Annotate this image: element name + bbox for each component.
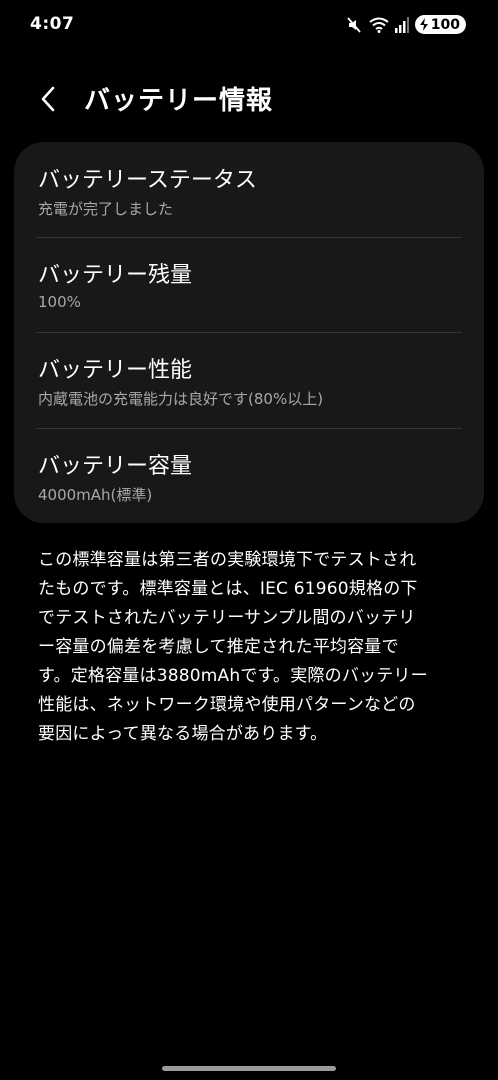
mute-icon: [345, 16, 363, 34]
description-line: 性能は、ネットワーク環境や使用パターンなどの: [38, 695, 416, 715]
description-line: ー容量の偏差を考慮して推定された平均容量で: [38, 637, 399, 657]
capacity-description: この標準容量は第三者の実験環境下でテストされ たものです。標準容量とは、IEC …: [38, 546, 468, 749]
item-value: 4000mAh(標準): [38, 486, 153, 504]
battery-info-card: バッテリーステータス 充電が完了しました バッテリー残量 100% バッテリー性…: [14, 142, 484, 523]
battery-status-item[interactable]: バッテリーステータス 充電が完了しました: [38, 142, 462, 237]
wifi-icon: [369, 17, 389, 33]
battery-level-item[interactable]: バッテリー残量 100%: [38, 237, 462, 332]
item-label: バッテリー残量: [38, 263, 193, 288]
battery-performance-item[interactable]: バッテリー性能 内蔵電池の充電能力は良好です(80%以上): [38, 332, 462, 427]
description-line: この標準容量は第三者の実験環境下でテストされ: [38, 550, 417, 570]
battery-level: 100: [430, 16, 460, 33]
description-line: す。定格容量は3880mAhです。実際のバッテリー: [38, 666, 428, 686]
description-line: でテストされたバッテリーサンプル間のバッテリ: [38, 608, 416, 628]
page-title: バッテリー情報: [84, 86, 274, 116]
battery-charging-icon: 100: [414, 15, 466, 34]
header: バッテリー情報: [0, 78, 498, 122]
battery-capacity-item[interactable]: バッテリー容量 4000mAh(標準): [38, 428, 462, 523]
signal-icon: [394, 16, 409, 33]
item-value: 内蔵電池の充電能力は良好です(80%以上): [38, 390, 324, 408]
chevron-left-icon: [41, 86, 55, 112]
status-icons: 100: [345, 15, 466, 34]
status-bar: 4:07 100: [0, 0, 498, 50]
item-label: バッテリー性能: [38, 358, 193, 383]
description-line: たものです。標準容量とは、IEC 61960規格の下: [38, 579, 418, 599]
description-line: 要因によって異なる場合があります。: [38, 724, 328, 744]
item-label: バッテリー容量: [38, 454, 193, 479]
status-time: 4:07: [30, 14, 75, 34]
item-label: バッテリーステータス: [38, 168, 257, 193]
item-value: 100%: [38, 293, 81, 311]
home-indicator[interactable]: [162, 1066, 336, 1071]
back-button[interactable]: [34, 84, 64, 114]
item-value: 充電が完了しました: [38, 200, 174, 218]
